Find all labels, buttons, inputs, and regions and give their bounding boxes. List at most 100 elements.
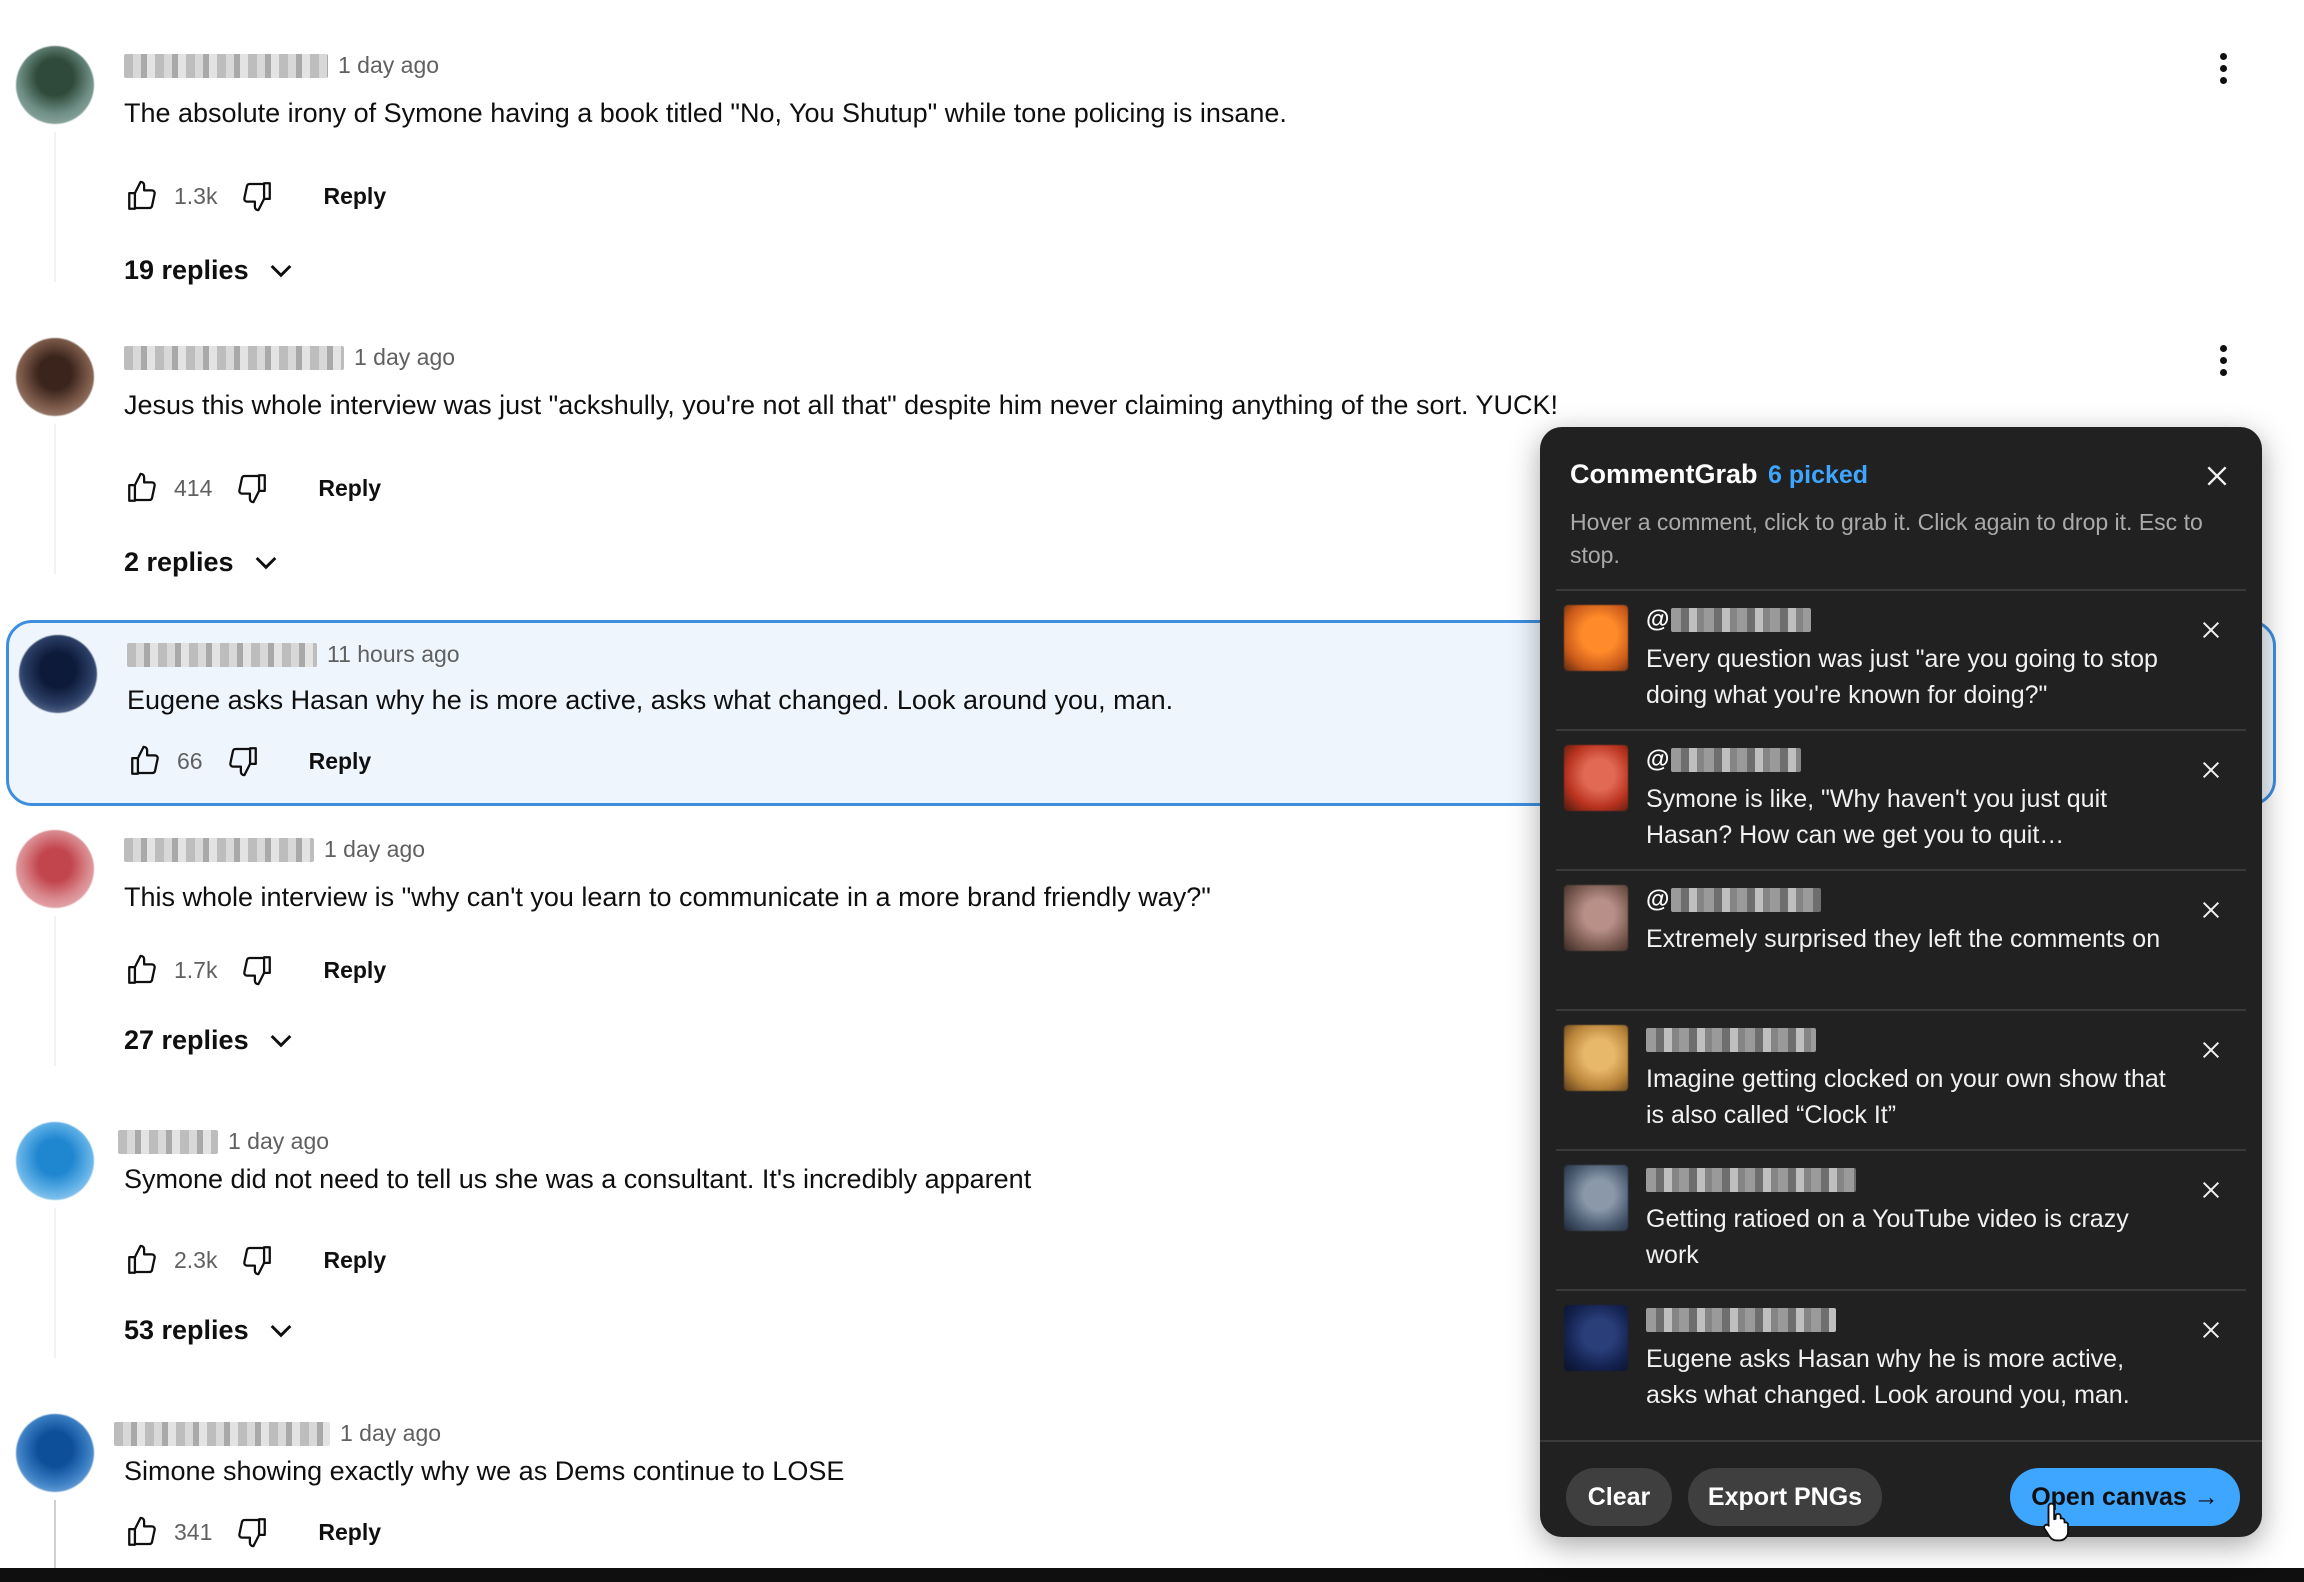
more-options-button[interactable]: [2205, 338, 2241, 382]
avatar[interactable]: [16, 46, 94, 124]
like-button[interactable]: [120, 174, 164, 218]
reply-button[interactable]: Reply: [323, 1247, 386, 1274]
chevron-down-icon: [270, 1034, 291, 1048]
item-handle: [1646, 1305, 1836, 1335]
like-button[interactable]: [120, 1510, 164, 1554]
thumbs-down-icon: [243, 956, 272, 986]
dislike-button[interactable]: [221, 739, 265, 783]
comment-time[interactable]: 1 day ago: [338, 52, 439, 79]
handle-prefix: @: [1646, 606, 1670, 633]
dot: [2219, 52, 2227, 60]
remove-item-button[interactable]: [2196, 1035, 2226, 1065]
comment-text: Symone did not need to tell us she was a…: [124, 1164, 1032, 1194]
like-button[interactable]: [120, 466, 164, 510]
like-count: 414: [174, 474, 213, 501]
comment-text: Simone showing exactly why we as Dems co…: [124, 1456, 845, 1486]
item-text: Eugene asks Hasan why he is more active,…: [1646, 1345, 2130, 1409]
comment-text: This whole interview is "why can't you l…: [124, 882, 1211, 912]
item-avatar: [1564, 1305, 1628, 1371]
more-options-button[interactable]: [2205, 46, 2241, 90]
picked-item[interactable]: Imagine getting clocked on your own show…: [1556, 1009, 2246, 1147]
author-name[interactable]: [124, 345, 344, 370]
reply-button[interactable]: Reply: [318, 475, 381, 502]
item-text: Imagine getting clocked on your own show…: [1646, 1065, 2166, 1129]
item-handle: [1646, 1025, 1816, 1055]
close-icon: [2202, 901, 2220, 919]
dislike-button[interactable]: [235, 174, 279, 218]
author-name[interactable]: [127, 642, 317, 667]
export-pngs-button[interactable]: Export PNGs: [1688, 1468, 1882, 1526]
author-name[interactable]: [124, 53, 328, 78]
item-handle: [1646, 1165, 1856, 1195]
author-name[interactable]: [118, 1129, 218, 1154]
item-handle: @: [1646, 885, 1822, 915]
comment-time[interactable]: 1 day ago: [354, 344, 455, 371]
comment-time[interactable]: 1 day ago: [228, 1128, 329, 1155]
remove-item-button[interactable]: [2196, 1315, 2226, 1345]
thumbs-up-icon: [128, 1516, 156, 1546]
reply-button[interactable]: Reply: [318, 1519, 381, 1546]
like-button[interactable]: [120, 1238, 164, 1282]
avatar[interactable]: [16, 830, 94, 908]
remove-item-button[interactable]: [2196, 895, 2226, 925]
avatar[interactable]: [19, 635, 97, 713]
replies-toggle[interactable]: 19 replies: [124, 254, 297, 286]
reply-button[interactable]: Reply: [309, 748, 372, 775]
handle-prefix: @: [1646, 746, 1670, 773]
remove-item-button[interactable]: [2196, 755, 2226, 785]
thumbs-down-icon: [238, 1518, 267, 1548]
dislike-button[interactable]: [230, 466, 274, 510]
comment-actions: 1.7k Reply: [120, 948, 386, 992]
like-count: 2.3k: [174, 1246, 218, 1273]
thumbs-up-icon: [128, 1244, 156, 1274]
picked-item[interactable]: @ Symone is like, "Why haven't you just …: [1556, 729, 2246, 867]
dot: [2219, 64, 2227, 72]
like-count: 66: [177, 747, 203, 774]
like-button[interactable]: [120, 948, 164, 992]
picked-item[interactable]: Getting ratioed on a YouTube video is cr…: [1556, 1149, 2246, 1287]
replies-count: 2 replies: [124, 546, 234, 577]
picked-item[interactable]: @ Every question was just "are you going…: [1556, 589, 2246, 727]
picked-item[interactable]: Eugene asks Hasan why he is more active,…: [1556, 1289, 2246, 1427]
reply-button[interactable]: Reply: [323, 957, 386, 984]
thread-line: [54, 1500, 56, 1568]
dislike-button[interactable]: [230, 1510, 274, 1554]
author-name[interactable]: [114, 1421, 330, 1446]
thumbs-down-icon: [243, 182, 272, 212]
avatar[interactable]: [16, 1122, 94, 1200]
remove-item-button[interactable]: [2196, 615, 2226, 645]
thread-line: [54, 424, 56, 574]
avatar[interactable]: [16, 1414, 94, 1492]
reply-button[interactable]: Reply: [323, 183, 386, 210]
replies-count: 53 replies: [124, 1314, 249, 1345]
comment-time[interactable]: 1 day ago: [324, 836, 425, 863]
replies-toggle[interactable]: 2 replies: [124, 546, 282, 578]
comment-actions: 2.3k Reply: [120, 1238, 386, 1282]
commentgrab-panel: CommentGrab 6 picked Hover a comment, cl…: [1540, 427, 2262, 1537]
dot: [2219, 344, 2227, 352]
item-handle: @: [1646, 605, 1812, 635]
item-text: Symone is like, "Why haven't you just qu…: [1646, 785, 2108, 849]
like-button[interactable]: [123, 739, 167, 783]
comment-time[interactable]: 1 day ago: [340, 1420, 441, 1447]
close-icon: [2202, 1321, 2220, 1339]
thumbs-down-icon: [228, 747, 257, 777]
clear-button[interactable]: Clear: [1566, 1468, 1672, 1526]
dislike-button[interactable]: [235, 1238, 279, 1282]
comment-text: The absolute irony of Symone having a bo…: [124, 98, 1287, 128]
replies-toggle[interactable]: 53 replies: [124, 1314, 297, 1346]
thread-line: [54, 1208, 56, 1358]
replies-toggle[interactable]: 27 replies: [124, 1024, 297, 1056]
comment-time[interactable]: 11 hours ago: [327, 641, 460, 668]
avatar[interactable]: [16, 338, 94, 416]
remove-item-button[interactable]: [2196, 1175, 2226, 1205]
item-handle: @: [1646, 745, 1802, 775]
thumbs-up-icon: [128, 954, 156, 984]
item-avatar: [1564, 745, 1628, 811]
author-name[interactable]: [124, 837, 314, 862]
dislike-button[interactable]: [235, 948, 279, 992]
handle-redacted: [1671, 748, 1802, 772]
picked-item[interactable]: @ Extremely surprised they left the comm…: [1556, 869, 2246, 1007]
panel-footer: Clear Export PNGs Open canvas →: [1540, 1440, 2262, 1537]
panel-close-button[interactable]: [2200, 459, 2234, 493]
